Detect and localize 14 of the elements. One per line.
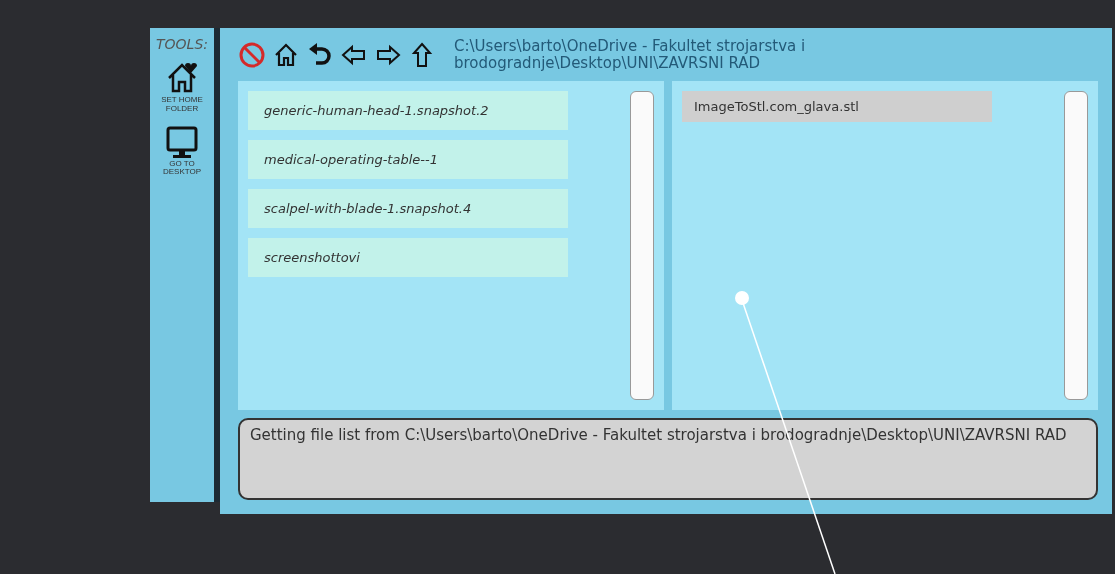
folder-item[interactable]: generic-human-head-1.snapshot.2 xyxy=(248,90,568,130)
current-path: C:\Users\barto\OneDrive - Fakultet strojarstva i brodogradnje\Desktop\UNI\ZAVRSNI RAD xyxy=(454,38,807,73)
folder-item[interactable]: screenshottovi xyxy=(248,237,568,277)
scrollbar[interactable] xyxy=(630,90,654,400)
tools-title: TOOLS: xyxy=(156,36,208,52)
sidebar-button[interactable]: SET HOME FOLDER xyxy=(150,58,214,116)
scrollbar[interactable] xyxy=(1064,90,1088,400)
folder-item[interactable]: scalpel-with-blade-1.snapshot.4 xyxy=(248,188,568,228)
sidebar-button[interactable]: GO TO DESKTOP xyxy=(150,121,214,180)
prohibited-icon xyxy=(238,41,266,70)
folder-item[interactable]: medical-operating-table--1 xyxy=(248,139,568,179)
status-message: Getting file list from C:\Users\barto\OneDrive - Fakultet strojarstva i brodogradnje\Desktop\UNI\ZAVRSNI RAD xyxy=(238,418,1098,500)
file-item[interactable]: ImageToStl.com_glava.stl xyxy=(682,90,992,122)
prohibited-button[interactable] xyxy=(238,41,266,70)
